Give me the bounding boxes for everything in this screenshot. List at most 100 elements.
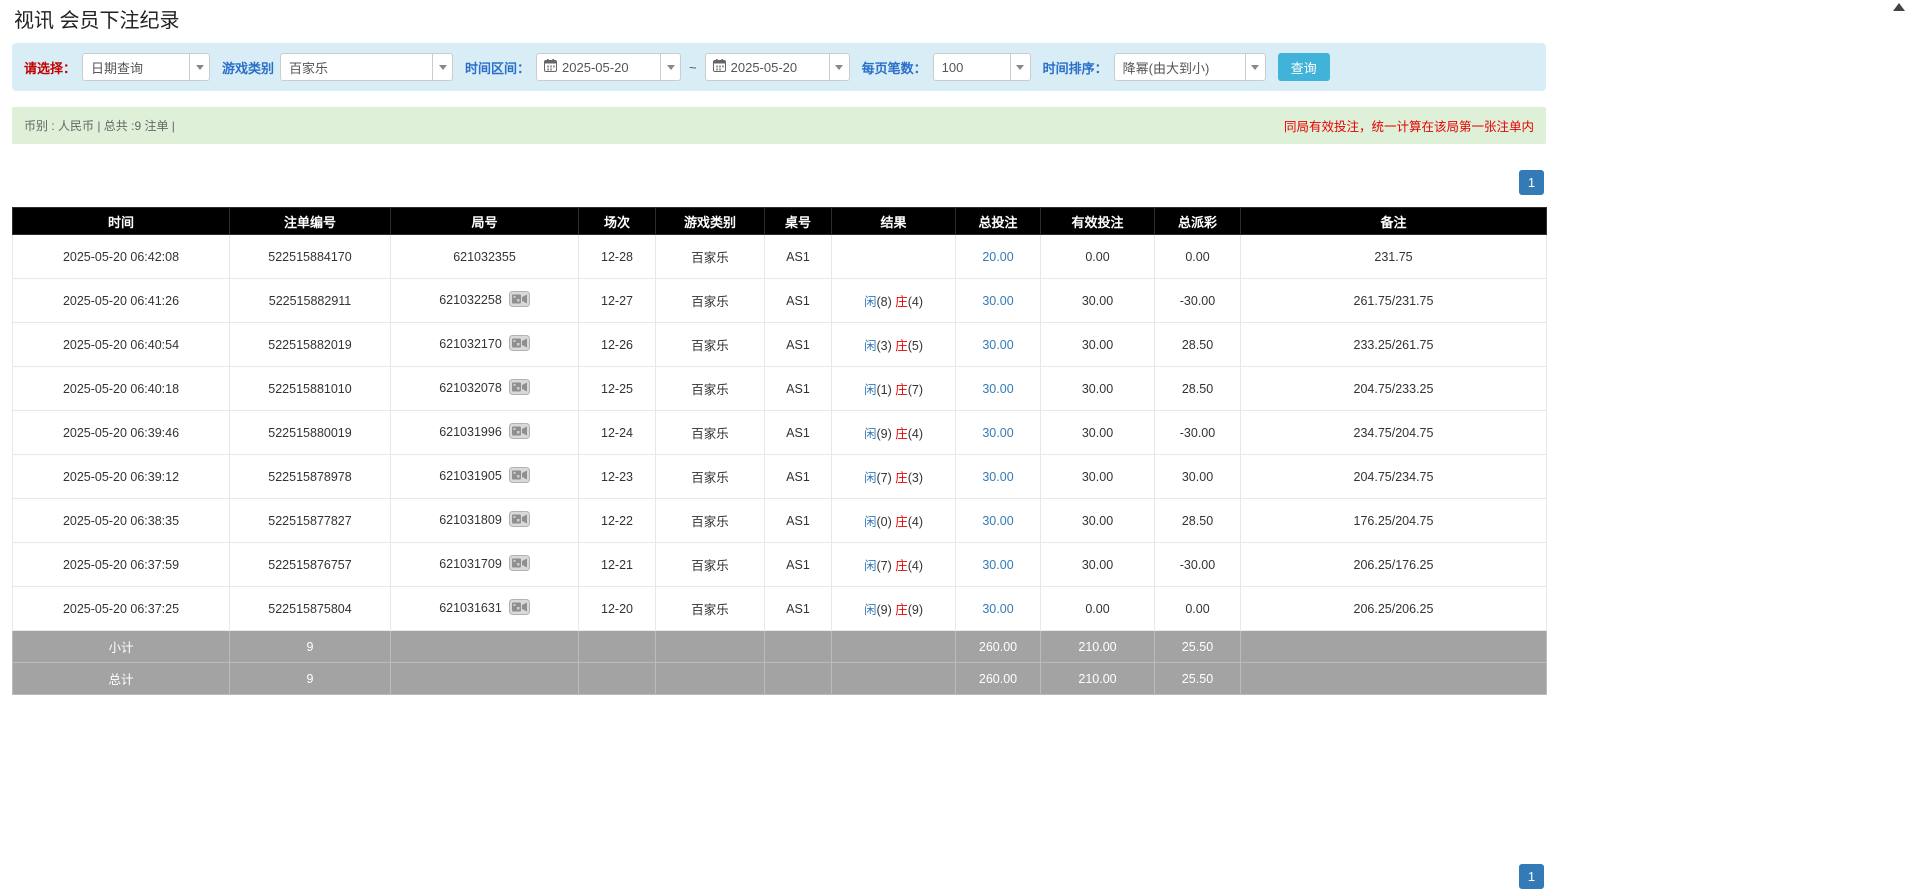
cell-session: 12-26 [579,323,656,367]
scroll-up-icon[interactable] [1893,3,1905,11]
cell-valid-bet: 0.00 [1041,235,1155,279]
result-banker-count: (7) [908,383,923,397]
cell-valid-bet: 30.00 [1041,543,1155,587]
cell-table-no: AS1 [765,455,832,499]
result-player-count: (3) [876,339,891,353]
range-separator: ~ [689,60,697,75]
cell-table-no: AS1 [765,587,832,631]
cell-payout: -30.00 [1155,279,1241,323]
cell-bet-id: 522515882911 [230,279,391,323]
header-valid-bet: 有效投注 [1041,208,1155,235]
page-1-button[interactable]: 1 [1519,864,1544,889]
cell-result: 闲(9) 庄(9) [832,587,956,631]
table-row: 2025-05-20 06:42:08522515884170621032355… [13,235,1547,279]
cell-session: 12-20 [579,587,656,631]
round-number: 621031809 [439,513,502,527]
cell-round-no: 621032355 [391,235,579,279]
cell-bet-id: 522515882019 [230,323,391,367]
time-range-label: 时间区间： [465,58,530,77]
total-bet-link[interactable]: 30.00 [982,338,1013,352]
round-number: 621031631 [439,601,502,615]
replay-video-icon[interactable] [509,467,530,486]
time-sort-select[interactable]: 降幂(由大到小) [1114,53,1266,81]
round-number: 621032170 [439,337,502,351]
chevron-down-icon [1245,54,1265,80]
cell-time: 2025-05-20 06:42:08 [13,235,230,279]
total-bet-link[interactable]: 30.00 [982,602,1013,616]
cell-game-type: 百家乐 [656,279,765,323]
cell-table-no: AS1 [765,543,832,587]
footer-total-bet: 260.00 [956,663,1041,695]
cell-time: 2025-05-20 06:40:54 [13,323,230,367]
date-to-select[interactable]: 2025-05-20 [705,53,850,81]
cell-result: 闲(8) 庄(4) [832,279,956,323]
cell-round-no: 621032258 [391,279,579,323]
query-type-select[interactable]: 日期查询 [82,53,210,81]
chevron-down-icon [1010,54,1030,80]
footer-count: 9 [230,663,391,695]
result-player-count: (9) [876,427,891,441]
footer-valid-bet: 210.00 [1041,663,1155,695]
total-bet-link[interactable]: 30.00 [982,382,1013,396]
result-player: 闲 [864,559,877,573]
cell-payout: -30.00 [1155,543,1241,587]
replay-video-icon[interactable] [509,555,530,574]
cell-total-bet: 30.00 [956,367,1041,411]
replay-video-icon[interactable] [509,335,530,354]
cell-time: 2025-05-20 06:39:12 [13,455,230,499]
replay-video-icon[interactable] [509,423,530,442]
total-bet-link[interactable]: 30.00 [982,558,1013,572]
cell-remark: 233.25/261.75 [1241,323,1547,367]
total-bet-link[interactable]: 30.00 [982,294,1013,308]
chevron-down-icon [660,54,680,80]
total-bet-link[interactable]: 30.00 [982,514,1013,528]
total-bet-link[interactable]: 20.00 [982,250,1013,264]
game-type-select[interactable]: 百家乐 [280,53,453,81]
game-type-label: 游戏类别 [222,58,274,77]
cell-table-no: AS1 [765,279,832,323]
date-from-select[interactable]: 2025-05-20 [536,53,681,81]
time-sort-label: 时间排序： [1043,58,1108,77]
header-result: 结果 [832,208,956,235]
cell-valid-bet: 30.00 [1041,367,1155,411]
search-button[interactable]: 查询 [1278,53,1330,81]
grand-total-row: 总计9260.00210.0025.50 [13,663,1547,695]
replay-video-icon[interactable] [509,511,530,530]
round-number: 621032258 [439,293,502,307]
cell-payout: 30.00 [1155,455,1241,499]
total-bet-link[interactable]: 30.00 [982,470,1013,484]
date-to-value: 2025-05-20 [726,60,829,75]
footer-empty-session [579,631,656,663]
cell-remark: 204.75/233.25 [1241,367,1547,411]
chevron-down-icon [829,54,849,80]
footer-empty-table [765,631,832,663]
cell-valid-bet: 30.00 [1041,499,1155,543]
cell-game-type: 百家乐 [656,587,765,631]
calendar-icon [544,59,557,75]
footer-empty-result [832,663,956,695]
total-bet-link[interactable]: 30.00 [982,426,1013,440]
result-banker-count: (4) [908,515,923,529]
result-banker: 庄 [895,295,908,309]
cell-session: 12-23 [579,455,656,499]
replay-video-icon[interactable] [509,379,530,398]
cell-table-no: AS1 [765,411,832,455]
page-1-button[interactable]: 1 [1519,170,1544,195]
cell-game-type: 百家乐 [656,367,765,411]
cell-total-bet: 30.00 [956,587,1041,631]
footer-empty-session [579,663,656,695]
cell-remark: 231.75 [1241,235,1547,279]
cell-round-no: 621031905 [391,455,579,499]
replay-video-icon[interactable] [509,291,530,310]
table-body: 2025-05-20 06:42:08522515884170621032355… [13,235,1547,631]
header-game-type: 游戏类别 [656,208,765,235]
page-size-label: 每页笔数： [862,58,927,77]
replay-video-icon[interactable] [509,599,530,618]
cell-table-no: AS1 [765,367,832,411]
result-banker-count: (4) [908,559,923,573]
footer-count: 9 [230,631,391,663]
cell-valid-bet: 30.00 [1041,455,1155,499]
cell-payout: 28.50 [1155,323,1241,367]
pagination-top: 1 [12,170,1544,195]
page-size-select[interactable]: 100 [933,53,1031,81]
